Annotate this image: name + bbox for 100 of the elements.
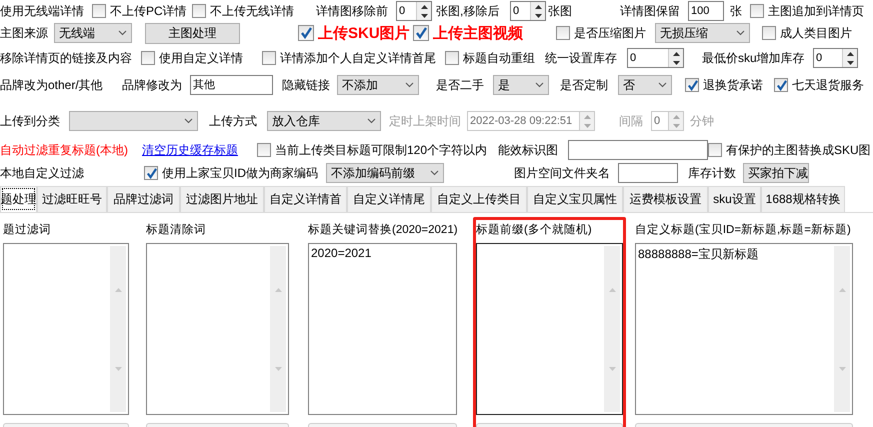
text-area[interactable]: 88888888=宝贝新标题 <box>635 243 853 415</box>
field-label: 是否定制 <box>560 76 608 94</box>
field-label: 品牌改为other/其他 <box>0 76 103 94</box>
panel-label: 标题前缀(多个就随机) <box>476 222 592 237</box>
field-label: 图片空间文件夹名 <box>514 164 610 182</box>
tab[interactable]: 品牌过滤词 <box>107 186 180 212</box>
tab[interactable]: 1688规格转换 <box>761 186 845 212</box>
checkbox-option[interactable]: 上传SKU图片 <box>298 24 410 42</box>
dropdown[interactable]: 放入仓库 <box>267 111 381 131</box>
arrow-down-icon[interactable] <box>672 60 680 64</box>
checkbox-label: 主图追加到详情页 <box>768 2 864 20</box>
input-field[interactable] <box>568 140 708 160</box>
warning-label: 自动过滤重复标题(本地) <box>0 142 128 158</box>
chevron-down-icon <box>535 82 544 88</box>
chevron-down-icon <box>184 118 193 124</box>
input-field[interactable] <box>618 163 678 183</box>
input-field[interactable]: 100 <box>688 1 724 21</box>
checkbox[interactable] <box>257 143 271 157</box>
checkbox-option[interactable]: 标题自动重组 <box>445 50 535 66</box>
chevron-down-icon <box>405 82 414 88</box>
dropdown[interactable]: 无损压缩 <box>655 23 750 43</box>
spin-field[interactable]: 0 <box>396 1 432 21</box>
checkbox-option[interactable]: 使用自定义详情 <box>141 50 243 66</box>
checkbox-option[interactable]: 不上传无线详情 <box>192 2 294 20</box>
checkbox-option[interactable]: 七天退货服务 <box>774 76 864 94</box>
field-label: 本地自定义过滤 <box>0 164 84 182</box>
arrow-down-icon[interactable] <box>420 14 428 18</box>
panel-label: 标题关键词替换(2020=2021) <box>308 222 458 237</box>
checkmark-icon <box>146 168 156 178</box>
field-label: 最低价sku增加库存 <box>702 50 805 66</box>
field-label: 主图来源 <box>0 24 48 42</box>
arrow-down-icon[interactable] <box>846 60 854 64</box>
checkbox[interactable] <box>750 4 764 18</box>
checkbox[interactable] <box>144 166 158 180</box>
chevron-down-icon <box>736 30 745 36</box>
panel-label: 自定义标题(宝贝ID=新标题,标题=新标题) <box>635 222 851 237</box>
chevron-down-icon <box>430 170 439 176</box>
checkbox[interactable] <box>685 78 699 92</box>
arrow-down-icon[interactable] <box>534 14 542 18</box>
field-label: 上传方式 <box>209 112 257 130</box>
clear-cache-link[interactable]: 清空历史缓存标题 <box>142 142 238 158</box>
checkbox[interactable] <box>413 25 429 41</box>
checkbox-label: 是否压缩图片 <box>574 24 646 42</box>
field-label: 定时上架时间 <box>389 112 461 130</box>
checkbox[interactable] <box>92 4 106 18</box>
checkbox-label: 成人类目图片 <box>780 24 852 42</box>
tab[interactable]: 过滤图片地址 <box>180 186 264 212</box>
dropdown[interactable]: 是 <box>493 75 549 95</box>
main-image-button[interactable]: 主图处理 <box>145 22 240 44</box>
arrow-up-icon[interactable] <box>420 4 428 8</box>
checkmark-icon <box>415 27 427 39</box>
dropdown[interactable]: 不添加编码前缀 <box>326 163 444 183</box>
checkbox-option[interactable]: 不上传PC详情 <box>92 2 187 20</box>
field-label: 是否二手 <box>436 76 484 94</box>
field-label: 详情图移除前 <box>316 2 388 20</box>
checkbox-option[interactable]: 成人类目图片 <box>762 24 852 42</box>
checkbox-option[interactable]: 退换货承诺 <box>685 76 763 94</box>
tab[interactable]: 运费模板设置 <box>623 186 708 212</box>
dropdown[interactable]: 不添加 <box>337 75 419 95</box>
input-field[interactable]: 其他 <box>190 75 273 95</box>
checkbox-option[interactable]: 是否压缩图片 <box>556 24 646 42</box>
checkbox-label: 上传SKU图片 <box>318 24 410 42</box>
checkbox[interactable] <box>774 78 788 92</box>
checkmark-icon <box>686 80 698 90</box>
panel-label: 题过滤词 <box>3 222 51 237</box>
chevron-down-icon <box>118 30 127 36</box>
arrow-up-icon[interactable] <box>846 52 854 56</box>
checkbox[interactable] <box>708 143 722 157</box>
tab[interactable]: 自定义上传类目 <box>431 186 527 212</box>
field-label: 能效标识图 <box>498 142 558 158</box>
checkbox[interactable] <box>445 51 459 65</box>
tab[interactable]: sku设置 <box>708 186 761 212</box>
checkbox-option[interactable]: 主图追加到详情页 <box>750 2 864 20</box>
arrow-up-icon[interactable] <box>534 4 542 8</box>
spin-field[interactable]: 0 <box>627 48 684 68</box>
chevron-down-icon <box>367 118 376 124</box>
field-label: 隐藏链接 <box>282 76 330 94</box>
text-area[interactable] <box>476 243 623 415</box>
dropdown[interactable]: 否 <box>618 75 672 95</box>
checkbox[interactable] <box>262 51 276 65</box>
arrow-up-icon[interactable] <box>672 52 680 56</box>
spin-field[interactable]: 0 <box>813 48 858 68</box>
checkbox[interactable] <box>141 51 155 65</box>
checkbox[interactable] <box>556 26 570 40</box>
dropdown[interactable]: 买家拍下减 <box>743 163 809 183</box>
checkbox[interactable] <box>192 4 206 18</box>
checkbox[interactable] <box>298 25 314 41</box>
checkbox-option[interactable]: 上传主图视频 <box>413 24 523 42</box>
field-label: 分钟 <box>690 112 714 130</box>
tab[interactable]: 自定义宝贝属性 <box>527 186 623 212</box>
checkbox[interactable] <box>762 26 776 40</box>
text-area[interactable]: 2020=2021 <box>308 243 457 415</box>
dropdown[interactable] <box>69 111 198 131</box>
tab[interactable]: 自定义详情首 <box>264 186 347 212</box>
tab[interactable]: 自定义详情尾 <box>347 186 431 212</box>
tab[interactable]: 过滤旺旺号 <box>37 186 107 212</box>
checkbox-label: 退换货承诺 <box>703 76 763 94</box>
field-label: 品牌修改为 <box>122 76 182 94</box>
spin-field[interactable]: 0 <box>510 1 546 21</box>
dropdown[interactable]: 无线端 <box>54 23 132 43</box>
